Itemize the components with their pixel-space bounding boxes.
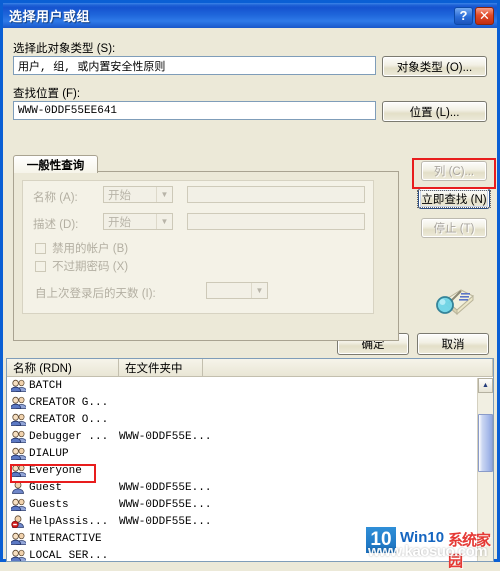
close-icon[interactable]: ✕: [475, 6, 494, 25]
chevron-down-icon: ▼: [156, 214, 172, 229]
row-name-text: Guest: [29, 481, 63, 494]
query-description-condition[interactable]: 开始 ▼: [103, 213, 173, 230]
row-name-text: LOCAL SER...: [29, 549, 109, 562]
user-disabled-icon: [11, 515, 26, 529]
title-bar[interactable]: 选择用户或组 ? ✕: [3, 3, 497, 28]
query-description-condition-value: 开始: [108, 216, 131, 229]
select-users-or-groups-dialog: 选择用户或组 ? ✕ 选择此对象类型 (S): 用户, 组, 或内置安全性原则 …: [0, 0, 500, 570]
find-now-button[interactable]: 立即查找 (N): [417, 188, 491, 209]
row-folder-cell: WWW-0DDF55E...: [119, 515, 212, 528]
object-type-label: 选择此对象类型 (S):: [13, 43, 116, 55]
tab-common-queries[interactable]: 一般性查询: [13, 155, 98, 173]
group-icon: [10, 532, 27, 545]
row-folder-cell: WWW-0DDF55E...: [119, 481, 212, 494]
query-fields-group: 名称 (A): 开始 ▼ 描述 (D): 开始 ▼ 禁用的帐户 (B) 不过期密…: [22, 180, 374, 314]
row-name-cell: Guests: [7, 498, 119, 511]
column-header-extra[interactable]: [203, 359, 493, 376]
location-button[interactable]: 位置 (L)...: [382, 101, 487, 122]
row-name-text: BATCH: [29, 379, 63, 392]
query-name-condition-value: 开始: [108, 189, 131, 202]
group-icon: [10, 447, 27, 460]
table-row[interactable]: CREATOR O...: [7, 411, 493, 428]
row-name-cell: Debugger ...: [7, 430, 119, 443]
row-name-cell: LOCAL SER...: [7, 549, 119, 562]
group-icon: [10, 430, 27, 443]
group-icon: [10, 413, 27, 426]
object-type-input[interactable]: 用户, 组, 或内置安全性原则: [13, 56, 376, 75]
row-name-text: CREATOR G...: [29, 396, 109, 409]
table-row[interactable]: Guests WWW-0DDF55E...: [7, 496, 493, 513]
object-type-button[interactable]: 对象类型 (O)...: [382, 56, 487, 77]
disabled-accounts-label: 禁用的帐户 (B): [52, 243, 129, 255]
find-now-button-label: 立即查找 (N): [417, 189, 491, 208]
cancel-button[interactable]: 取消: [417, 333, 489, 355]
column-header-folder[interactable]: 在文件夹中: [119, 359, 203, 376]
non-expiring-password-checkbox[interactable]: [35, 261, 46, 272]
row-name-text: Debugger ...: [29, 430, 109, 443]
query-name-label: 名称 (A):: [33, 192, 78, 204]
scroll-up-icon[interactable]: ▲: [478, 378, 493, 393]
query-description-input[interactable]: [187, 213, 365, 230]
group-icon: [10, 379, 27, 392]
days-since-logon-label: 自上次登录后的天数 (I):: [35, 288, 156, 300]
watermark: 10 Win10 系统家园 www.kaosuo.com: [366, 524, 498, 570]
location-label: 查找位置 (F):: [13, 88, 81, 100]
row-folder-cell: WWW-0DDF55E...: [119, 498, 212, 511]
row-name-text: Guests: [29, 498, 69, 511]
row-name-cell: HelpAssis...: [7, 515, 119, 529]
disabled-accounts-row[interactable]: 禁用的帐户 (B): [35, 240, 128, 256]
help-icon[interactable]: ?: [454, 6, 473, 25]
find-magnifier-icon: [431, 280, 477, 320]
watermark-url: www.kaosuo.com: [368, 543, 488, 560]
row-folder-cell: WWW-0DDF55E...: [119, 430, 212, 443]
group-icon: [10, 396, 27, 409]
group-icon: [10, 498, 27, 511]
days-since-logon-select[interactable]: ▼: [206, 282, 268, 299]
stop-button[interactable]: 停止 (T): [421, 218, 487, 238]
row-name-cell: CREATOR G...: [7, 396, 119, 409]
row-name-text: INTERACTIVE: [29, 532, 102, 545]
chevron-down-icon: ▼: [156, 187, 172, 202]
table-row[interactable]: CREATOR G...: [7, 394, 493, 411]
common-queries-panel: 名称 (A): 开始 ▼ 描述 (D): 开始 ▼ 禁用的帐户 (B) 不过期密…: [13, 171, 399, 341]
column-header-name[interactable]: 名称 (RDN): [7, 359, 119, 376]
window-title: 选择用户或组: [9, 9, 91, 24]
query-description-label: 描述 (D):: [33, 219, 79, 231]
annotation-everyone-row: [10, 464, 96, 483]
annotation-find-now: [412, 158, 496, 189]
scrollbar-thumb[interactable]: [478, 414, 493, 472]
row-name-cell: INTERACTIVE: [7, 532, 119, 545]
row-name-cell: CREATOR O...: [7, 413, 119, 426]
location-input[interactable]: WWW-0DDF55EE641: [13, 101, 376, 120]
group-icon: [10, 549, 27, 561]
table-row[interactable]: BATCH: [7, 377, 493, 394]
results-list-header: 名称 (RDN) 在文件夹中: [7, 359, 493, 377]
row-name-cell: DIALUP: [7, 447, 119, 460]
non-expiring-password-row[interactable]: 不过期密码 (X): [35, 258, 128, 274]
title-bar-buttons: ? ✕: [454, 6, 494, 25]
disabled-accounts-checkbox[interactable]: [35, 243, 46, 254]
table-row[interactable]: DIALUP: [7, 445, 493, 462]
row-name-text: HelpAssis...: [29, 515, 109, 528]
query-name-condition[interactable]: 开始 ▼: [103, 186, 173, 203]
row-name-cell: BATCH: [7, 379, 119, 392]
query-name-input[interactable]: [187, 186, 365, 203]
chevron-down-icon: ▼: [251, 283, 267, 298]
row-name-text: DIALUP: [29, 447, 69, 460]
table-row[interactable]: Debugger ... WWW-0DDF55E...: [7, 428, 493, 445]
non-expiring-password-label: 不过期密码 (X): [52, 261, 129, 273]
row-name-text: CREATOR O...: [29, 413, 109, 426]
